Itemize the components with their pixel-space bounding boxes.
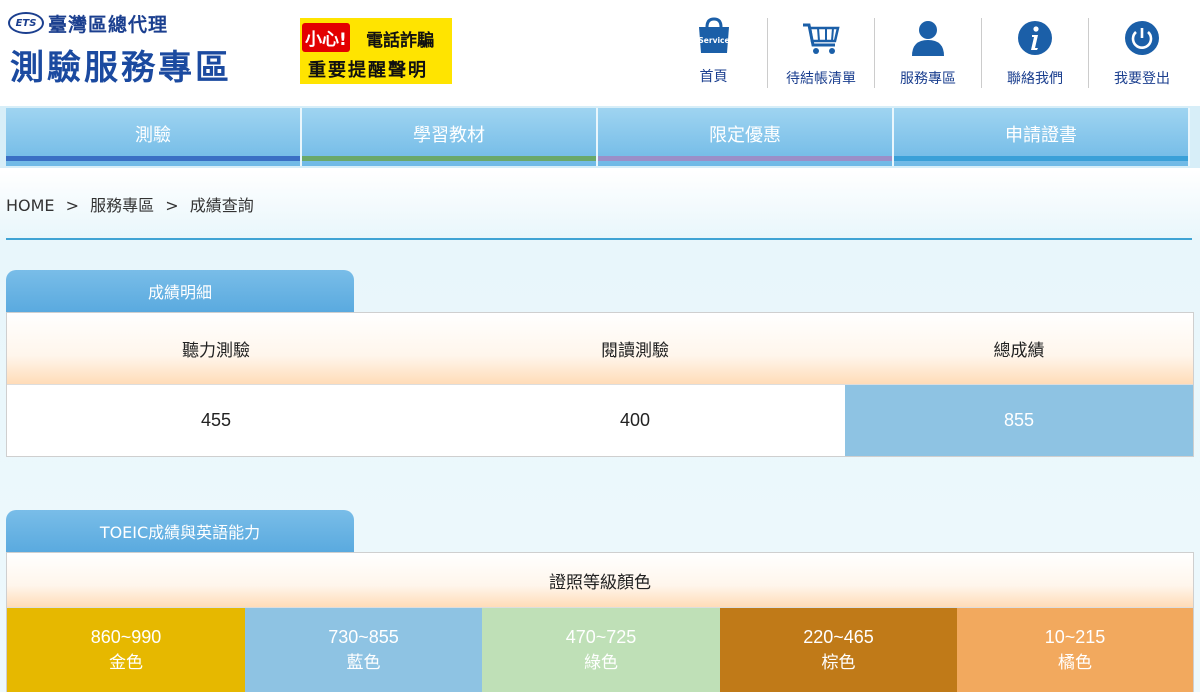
fraud-alert-banner[interactable]: 小心! 電話詐騙 重要提醒聲明 bbox=[300, 18, 452, 84]
level-brown: 220~465 棕色 bbox=[720, 608, 957, 692]
level-range: 470~725 bbox=[565, 627, 637, 647]
menu-offers-label: 限定優惠 bbox=[709, 125, 781, 146]
reading-header: 閱讀測驗 bbox=[601, 341, 669, 361]
top-navigation: Service 首頁 待結帳清單 服務專區 聯絡我們 我要登出 bbox=[660, 10, 1200, 90]
nav-cart-label: 待結帳清單 bbox=[786, 71, 856, 87]
level-color-name: 綠色 bbox=[584, 653, 618, 673]
menu-certificate[interactable]: 申請證書 bbox=[894, 108, 1190, 166]
alert-careful-label: 小心! bbox=[302, 23, 350, 52]
total-header: 總成績 bbox=[993, 341, 1045, 361]
menu-materials[interactable]: 學習教材 bbox=[302, 108, 598, 166]
ets-logo-icon: ETS bbox=[8, 12, 44, 34]
breadcrumb-current: 成績查詢 bbox=[189, 196, 254, 215]
nav-cart[interactable]: 待結帳清單 bbox=[767, 18, 874, 88]
menu-exams-label: 測驗 bbox=[135, 125, 171, 146]
level-range: 860~990 bbox=[90, 627, 162, 647]
service-bag-icon: Service bbox=[694, 16, 734, 56]
info-icon bbox=[1015, 18, 1055, 58]
level-gold: 860~990 金色 bbox=[7, 608, 245, 692]
cart-icon bbox=[801, 18, 841, 58]
menu-stripe bbox=[6, 156, 300, 161]
menu-offers[interactable]: 限定優惠 bbox=[598, 108, 894, 166]
menu-stripe bbox=[302, 156, 596, 161]
nav-service[interactable]: 服務專區 bbox=[874, 18, 981, 88]
breadcrumb-home[interactable]: HOME bbox=[6, 196, 55, 215]
listening-score: 455 bbox=[200, 410, 232, 430]
level-color-name: 藍色 bbox=[346, 653, 381, 673]
alert-line1: 電話詐騙 bbox=[366, 31, 434, 51]
score-table: 聽力測驗 閱讀測驗 總成績 455 400 855 bbox=[6, 312, 1194, 457]
nav-contact-label: 聯絡我們 bbox=[1007, 71, 1063, 87]
menu-materials-label: 學習教材 bbox=[413, 125, 485, 146]
level-color-name: 棕色 bbox=[821, 653, 856, 673]
menu-certificate-label: 申請證書 bbox=[1005, 125, 1077, 146]
site-header: ETS 臺灣區總代理 測驗服務專區 小心! 電話詐騙 重要提醒聲明 Servic… bbox=[0, 0, 1200, 106]
level-table: 證照等級顏色 860~990 金色 730~855 藍色 470~725 綠色 … bbox=[6, 552, 1194, 692]
breadcrumb-service[interactable]: 服務專區 bbox=[90, 196, 154, 215]
menu-stripe bbox=[894, 156, 1188, 161]
breadcrumb: HOME > 服務專區 > 成績查詢 bbox=[6, 192, 260, 216]
logo-subtitle: 臺灣區總代理 bbox=[48, 14, 169, 36]
level-color-row: 860~990 金色 730~855 藍色 470~725 綠色 220~465… bbox=[7, 608, 1193, 692]
level-color-name: 金色 bbox=[109, 653, 143, 673]
menu-stripe bbox=[598, 156, 892, 161]
level-color-name: 橘色 bbox=[1058, 653, 1092, 673]
level-green: 470~725 綠色 bbox=[482, 608, 720, 692]
power-icon bbox=[1122, 18, 1162, 58]
site-logo[interactable]: ETS 臺灣區總代理 測驗服務專區 bbox=[8, 8, 278, 88]
total-score: 855 bbox=[845, 385, 1193, 456]
nav-contact[interactable]: 聯絡我們 bbox=[981, 18, 1088, 88]
user-icon bbox=[908, 18, 948, 58]
alert-line2: 重要提醒聲明 bbox=[308, 60, 428, 81]
nav-home-label: 首頁 bbox=[699, 69, 728, 85]
main-menu-bar: 測驗 學習教材 限定優惠 申請證書 bbox=[0, 106, 1200, 168]
level-header-row: 證照等級顏色 bbox=[7, 553, 1193, 608]
score-value-row: 455 400 855 bbox=[7, 385, 1193, 456]
toeic-level-tab: TOEIC成績與英語能力 bbox=[6, 510, 354, 552]
level-range: 220~465 bbox=[803, 627, 874, 647]
breadcrumb-divider bbox=[6, 238, 1192, 240]
level-color-header: 證照等級顏色 bbox=[549, 572, 651, 593]
level-range: 730~855 bbox=[328, 627, 399, 647]
breadcrumb-separator: > bbox=[65, 196, 80, 215]
logo-title: 測驗服務專區 bbox=[10, 48, 232, 88]
menu-exams[interactable]: 測驗 bbox=[6, 108, 302, 166]
reading-score: 400 bbox=[619, 410, 651, 430]
level-range: 10~215 bbox=[1044, 627, 1106, 647]
listening-header: 聽力測驗 bbox=[182, 341, 250, 361]
score-details-tab: 成績明細 bbox=[6, 270, 354, 312]
breadcrumb-separator: > bbox=[165, 196, 179, 215]
nav-logout-label: 我要登出 bbox=[1114, 71, 1170, 87]
nav-home[interactable]: Service 首頁 bbox=[660, 10, 767, 90]
nav-logout[interactable]: 我要登出 bbox=[1088, 18, 1195, 88]
score-header-row: 聽力測驗 閱讀測驗 總成績 bbox=[7, 313, 1193, 385]
nav-service-label: 服務專區 bbox=[900, 71, 956, 87]
level-orange: 10~215 橘色 bbox=[957, 608, 1193, 692]
level-blue: 730~855 藍色 bbox=[245, 608, 482, 692]
service-bag-text: Service bbox=[698, 36, 729, 45]
